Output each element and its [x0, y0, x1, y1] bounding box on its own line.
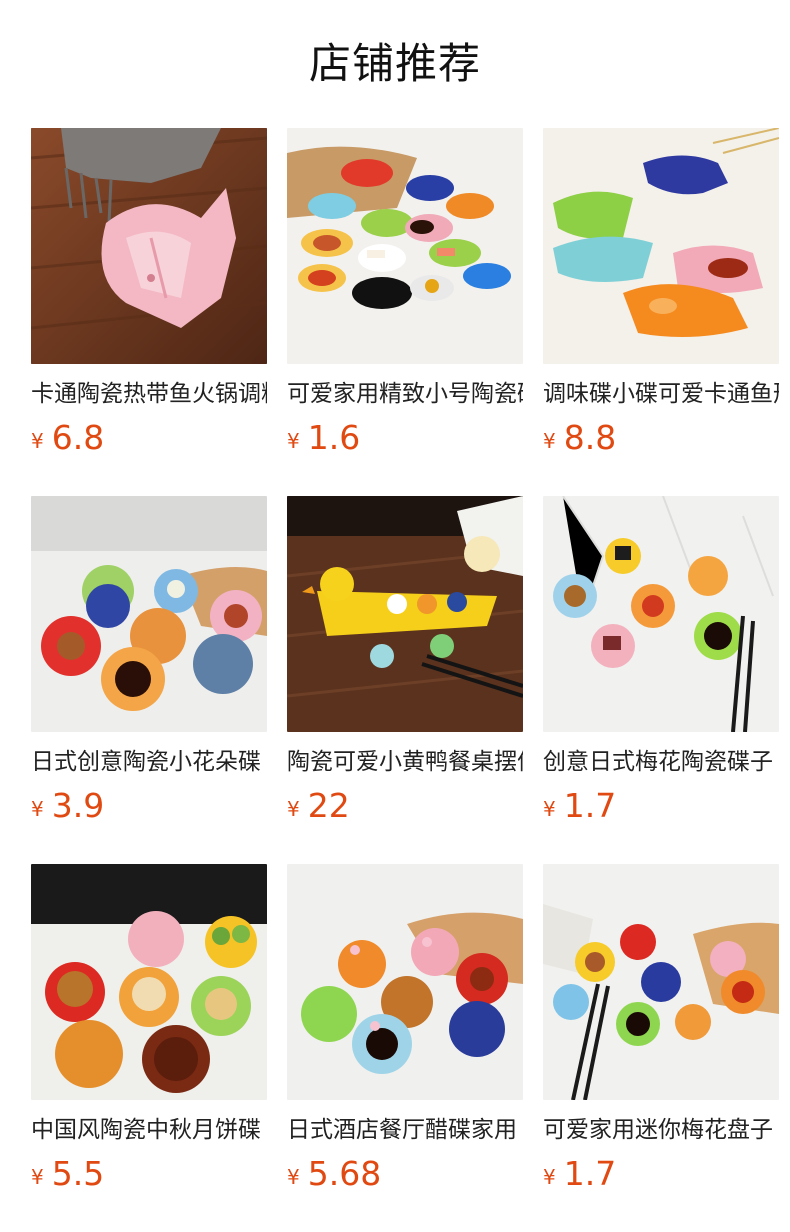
currency-symbol: ¥ — [31, 1165, 44, 1189]
product-card[interactable]: 可爱家用精致小号陶瓷碟 ¥1.6 — [287, 128, 523, 496]
currency-symbol: ¥ — [543, 797, 556, 821]
product-card[interactable]: 卡通陶瓷热带鱼火锅调料碟 ¥6.8 — [31, 128, 267, 496]
product-name[interactable]: 可爱家用迷你梅花盘子 — [543, 1114, 779, 1146]
currency-symbol: ¥ — [287, 429, 300, 453]
currency-symbol: ¥ — [31, 797, 44, 821]
product-image[interactable] — [543, 128, 779, 364]
product-image[interactable] — [31, 128, 267, 364]
price-value: 1.7 — [563, 786, 617, 825]
product-price: ¥5.5 — [31, 1154, 267, 1200]
product-grid: 卡通陶瓷热带鱼火锅调料碟 ¥6.8 — [31, 128, 779, 1232]
product-name[interactable]: 日式创意陶瓷小花朵碟 — [31, 746, 267, 778]
product-image[interactable] — [31, 496, 267, 732]
product-price: ¥1.6 — [287, 418, 523, 464]
product-name[interactable]: 可爱家用精致小号陶瓷碟 — [287, 378, 523, 410]
price-value: 8.8 — [563, 418, 617, 457]
product-card[interactable]: 日式创意陶瓷小花朵碟 ¥3.9 — [31, 496, 267, 864]
price-value: 3.9 — [51, 786, 105, 825]
product-card[interactable]: 创意日式梅花陶瓷碟子 ¥1.7 — [543, 496, 779, 864]
product-price: ¥3.9 — [31, 786, 267, 832]
product-price: ¥1.7 — [543, 1154, 779, 1200]
product-name[interactable]: 卡通陶瓷热带鱼火锅调料碟 — [31, 378, 267, 410]
product-card[interactable]: 陶瓷可爱小黄鸭餐桌摆件 ¥22 — [287, 496, 523, 864]
product-card[interactable]: 可爱家用迷你梅花盘子 ¥1.7 — [543, 864, 779, 1232]
price-value: 5.68 — [307, 1154, 382, 1193]
product-name[interactable]: 中国风陶瓷中秋月饼碟 — [31, 1114, 267, 1146]
currency-symbol: ¥ — [287, 797, 300, 821]
product-image[interactable] — [287, 128, 523, 364]
product-card[interactable]: 中国风陶瓷中秋月饼碟 ¥5.5 — [31, 864, 267, 1232]
price-value: 1.6 — [307, 418, 361, 457]
product-price: ¥5.68 — [287, 1154, 523, 1200]
price-value: 5.5 — [51, 1154, 105, 1193]
currency-symbol: ¥ — [287, 1165, 300, 1189]
price-value: 1.7 — [563, 1154, 617, 1193]
currency-symbol: ¥ — [31, 429, 44, 453]
product-price: ¥22 — [287, 786, 523, 832]
product-image[interactable] — [287, 864, 523, 1100]
product-name[interactable]: 日式酒店餐厅醋碟家用 — [287, 1114, 523, 1146]
price-value: 22 — [307, 786, 350, 825]
product-image[interactable] — [287, 496, 523, 732]
price-value: 6.8 — [51, 418, 105, 457]
currency-symbol: ¥ — [543, 429, 556, 453]
product-card[interactable]: 日式酒店餐厅醋碟家用 ¥5.68 — [287, 864, 523, 1232]
product-image[interactable] — [543, 864, 779, 1100]
product-name[interactable]: 创意日式梅花陶瓷碟子 — [543, 746, 779, 778]
product-price: ¥1.7 — [543, 786, 779, 832]
product-name[interactable]: 陶瓷可爱小黄鸭餐桌摆件 — [287, 746, 523, 778]
product-price: ¥8.8 — [543, 418, 779, 464]
product-image[interactable] — [31, 864, 267, 1100]
page-title: 店铺推荐 — [308, 39, 481, 88]
product-card[interactable]: 调味碟小碟可爱卡通鱼形 ¥8.8 — [543, 128, 779, 496]
product-image[interactable] — [543, 496, 779, 732]
currency-symbol: ¥ — [543, 1165, 556, 1189]
product-price: ¥6.8 — [31, 418, 267, 464]
product-name[interactable]: 调味碟小碟可爱卡通鱼形 — [543, 378, 779, 410]
